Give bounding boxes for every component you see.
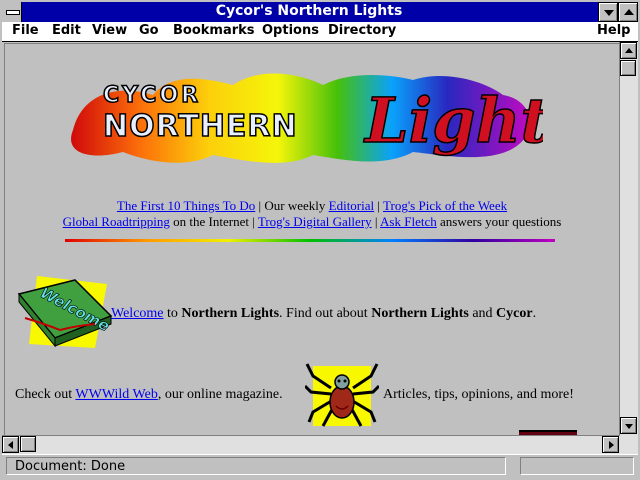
welcome-bold-northern-2: Northern Lights bbox=[371, 306, 469, 321]
nav-text: on the Internet | bbox=[169, 214, 258, 229]
wwwild-text: Check out bbox=[15, 387, 76, 402]
down-arrow-icon bbox=[625, 424, 633, 429]
menu-go[interactable]: Go bbox=[139, 23, 159, 38]
browser-window: Cycor's Northern Lights File Edit View G… bbox=[0, 0, 640, 480]
link-global-roadtripping[interactable]: Global Roadtripping bbox=[63, 214, 170, 229]
welcome-text: to bbox=[163, 306, 182, 321]
system-menu-button[interactable] bbox=[2, 2, 22, 22]
nav-text: answers your questions bbox=[436, 214, 562, 229]
welcome-text: . bbox=[532, 306, 537, 321]
left-arrow-icon bbox=[8, 441, 13, 449]
welcome-bold-cycor: Cycor bbox=[496, 306, 533, 321]
link-digital-gallery[interactable]: Trog's Digital Gallery bbox=[258, 214, 372, 229]
scroll-down-button[interactable] bbox=[620, 417, 637, 434]
nav-separator: | bbox=[371, 214, 381, 229]
welcome-badge-image[interactable]: Welcome bbox=[15, 266, 115, 356]
menu-bar: File Edit View Go Bookmarks Options Dire… bbox=[2, 22, 638, 42]
banner-northern: NORTHERN bbox=[103, 109, 298, 144]
welcome-link[interactable]: Welcome bbox=[111, 306, 164, 321]
nav-text: | Our weekly bbox=[255, 198, 329, 213]
progress-indicator bbox=[520, 457, 634, 475]
northern-lights-banner: CYCOR NORTHERN Lights bbox=[71, 73, 543, 163]
maximize-button[interactable] bbox=[618, 2, 638, 22]
scroll-left-button[interactable] bbox=[2, 436, 19, 453]
menu-options[interactable]: Options bbox=[262, 23, 319, 38]
scroll-right-button[interactable] bbox=[602, 436, 619, 453]
link-trogs-pick[interactable]: Trog's Pick of the Week bbox=[383, 198, 507, 213]
banner-cycor: CYCOR bbox=[103, 83, 201, 108]
menu-file[interactable]: File bbox=[12, 23, 39, 38]
nav-line-1: The First 10 Things To Do | Our weekly E… bbox=[5, 198, 619, 214]
menu-bookmarks[interactable]: Bookmarks bbox=[173, 23, 255, 38]
maximize-arrow-icon bbox=[624, 9, 634, 15]
wwwild-link[interactable]: WWWild Web bbox=[75, 387, 157, 402]
menu-view[interactable]: View bbox=[92, 23, 127, 38]
right-arrow-icon bbox=[609, 441, 614, 449]
horizontal-scrollbar[interactable] bbox=[2, 435, 620, 454]
status-bar: Document: Done bbox=[2, 454, 638, 479]
horizontal-scroll-thumb[interactable] bbox=[20, 436, 36, 452]
minimize-arrow-icon bbox=[604, 10, 614, 16]
vertical-scroll-thumb[interactable] bbox=[620, 60, 636, 76]
welcome-line: Welcome to Northern Lights. Find out abo… bbox=[111, 306, 536, 322]
wwwild-tagline: Articles, tips, opinions, and more! bbox=[383, 387, 574, 402]
spider-image[interactable] bbox=[305, 356, 379, 430]
menu-edit[interactable]: Edit bbox=[52, 23, 81, 38]
link-ask-fletch[interactable]: Ask Fletch bbox=[380, 214, 437, 229]
nav-separator: | bbox=[374, 198, 384, 213]
wwwild-line: Check out WWWild Web, our online magazin… bbox=[15, 387, 283, 403]
page-content[interactable]: CYCOR NORTHERN Lights The First 10 Thing… bbox=[4, 43, 620, 437]
link-first-10-things[interactable]: The First 10 Things To Do bbox=[117, 198, 255, 213]
up-arrow-icon bbox=[625, 48, 633, 53]
minimize-button[interactable] bbox=[598, 2, 618, 22]
link-editorial[interactable]: Editorial bbox=[329, 198, 375, 213]
banner-lights: Lights bbox=[363, 84, 543, 157]
welcome-bold-northern: Northern Lights bbox=[181, 306, 280, 321]
title-bar[interactable]: Cycor's Northern Lights bbox=[2, 2, 638, 22]
menu-help[interactable]: Help bbox=[597, 23, 630, 38]
status-text: Document: Done bbox=[6, 457, 506, 475]
rainbow-divider bbox=[65, 239, 555, 242]
welcome-text: . Find out about bbox=[279, 306, 372, 321]
vertical-scrollbar[interactable] bbox=[619, 42, 638, 454]
menu-directory[interactable]: Directory bbox=[328, 23, 396, 38]
system-menu-icon bbox=[6, 10, 20, 15]
navigation-links: The First 10 Things To Do | Our weekly E… bbox=[5, 198, 619, 230]
window-title: Cycor's Northern Lights bbox=[215, 3, 403, 19]
welcome-text: and bbox=[468, 306, 497, 321]
wwwild-text: , our online magazine. bbox=[157, 387, 283, 402]
scroll-up-button[interactable] bbox=[620, 42, 637, 59]
nav-line-2: Global Roadtripping on the Internet | Tr… bbox=[5, 214, 619, 230]
